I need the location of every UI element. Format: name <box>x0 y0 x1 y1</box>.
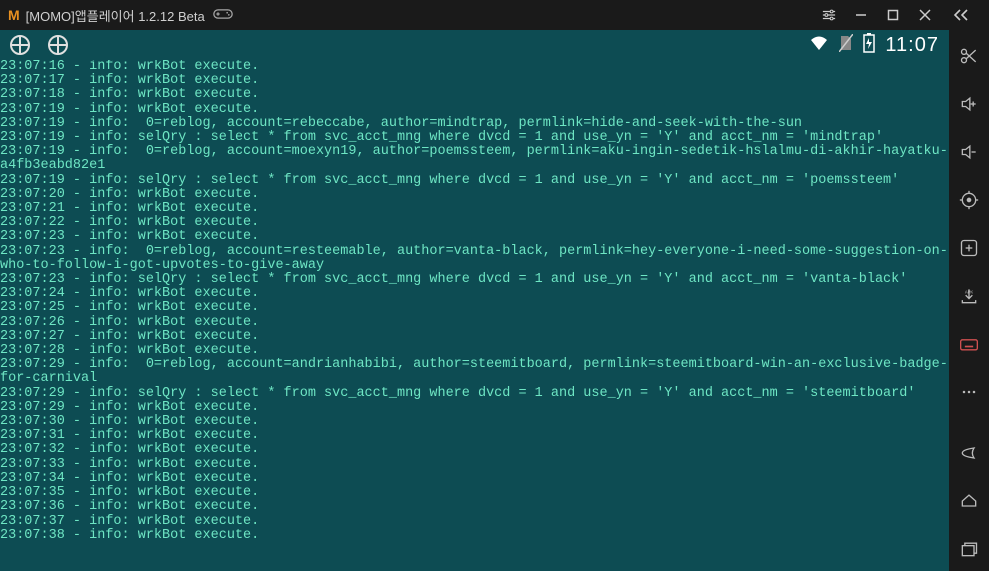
maximize-button[interactable] <box>877 0 909 30</box>
svg-text:APK: APK <box>965 290 974 295</box>
battery-icon <box>863 33 875 58</box>
settings-button[interactable] <box>813 0 845 30</box>
sim-icon <box>839 34 853 57</box>
emulator-screen: 11:07 23:07:16 - info: wrkBot execute. 2… <box>0 30 949 571</box>
apk-install-button[interactable]: APK <box>949 274 989 318</box>
wifi-icon <box>809 35 829 56</box>
app-logo-icon: M <box>8 7 20 23</box>
app-icon-2[interactable] <box>48 35 68 55</box>
close-button[interactable] <box>909 0 941 30</box>
location-button[interactable] <box>949 178 989 222</box>
volume-down-button[interactable] <box>949 130 989 174</box>
android-statusbar: 11:07 <box>0 30 949 60</box>
app-icon-1[interactable] <box>10 35 30 55</box>
terminal-output[interactable]: 23:07:16 - info: wrkBot execute. 23:07:1… <box>0 60 949 571</box>
scissors-button[interactable] <box>949 34 989 78</box>
android-back-button[interactable] <box>949 431 989 475</box>
gamepad-icon <box>213 7 233 24</box>
tool-sidebar: APK <box>949 30 989 571</box>
status-clock: 11:07 <box>885 34 939 57</box>
window-title: [MOMO]앱플레이어 1.2.12 Beta <box>26 6 205 25</box>
more-button[interactable] <box>949 370 989 414</box>
minimize-button[interactable] <box>845 0 877 30</box>
android-home-button[interactable] <box>949 479 989 523</box>
add-button[interactable] <box>949 226 989 270</box>
keyboard-button[interactable] <box>949 322 989 366</box>
titlebar: M [MOMO]앱플레이어 1.2.12 Beta <box>0 0 989 30</box>
collapse-sidebar-button[interactable] <box>941 8 981 22</box>
volume-up-button[interactable] <box>949 82 989 126</box>
android-recents-button[interactable] <box>949 527 989 571</box>
